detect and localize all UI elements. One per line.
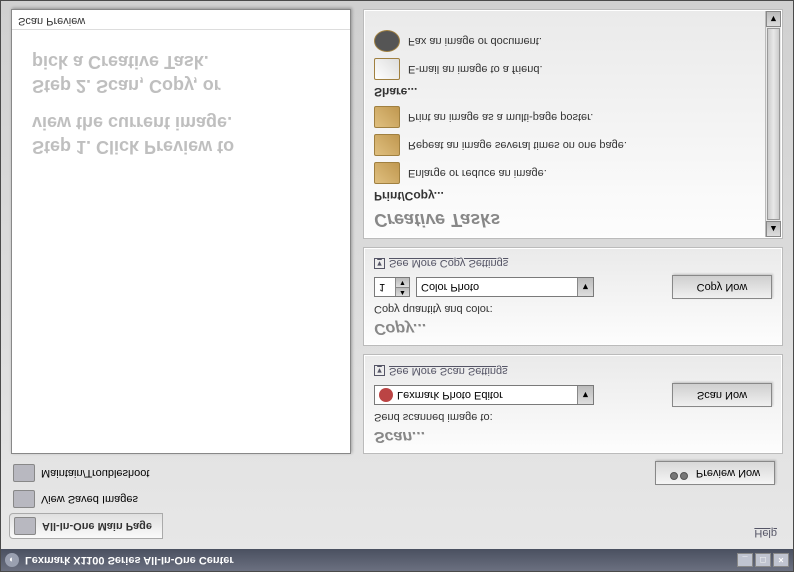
- photo-editor-icon: [379, 388, 393, 402]
- qty-down-button[interactable]: ▼: [395, 279, 409, 288]
- titlebar: ◐ Lexmark X1100 Series All-In-One Center…: [1, 549, 793, 571]
- ct-label: Repeat an image several times on one pag…: [408, 139, 627, 151]
- copy-quantity-stepper[interactable]: 1 ▲ ▼: [374, 278, 410, 298]
- window-title: Lexmark X1100 Series All-In-One Center: [25, 554, 234, 566]
- main-area: Step 1. Click Preview to view the curren…: [1, 1, 793, 454]
- more-scan-settings-link[interactable]: ▾ See More Scan Settings: [374, 365, 508, 377]
- app-icon: ◐: [5, 553, 19, 567]
- right-panels: Scan... Send scanned image to: Lexmark P…: [363, 9, 783, 454]
- more-copy-label: See More Copy Settings: [389, 258, 508, 270]
- fax-icon: [374, 30, 400, 52]
- ct-label: Fax an image or document.: [408, 35, 542, 47]
- enlarge-icon: [374, 162, 400, 184]
- scroll-thumb[interactable]: [767, 28, 780, 220]
- tab-maintain[interactable]: Maintain/Troubleshoot: [9, 461, 163, 485]
- preview-instructions: Step 1. Click Preview to view the curren…: [32, 50, 330, 158]
- creative-tasks-list: Print/Copy... Enlarge or reduce an image…: [374, 18, 782, 207]
- scan-send-label: Send scanned image to:: [374, 411, 772, 423]
- copy-qc-label: Copy quantity and color:: [374, 304, 772, 316]
- scan-now-button[interactable]: Scan Now: [672, 383, 772, 407]
- maximize-button[interactable]: □: [755, 553, 771, 567]
- creative-tasks-header: Creative Tasks: [374, 209, 782, 230]
- main-page-icon: [14, 517, 36, 535]
- binoculars-icon: [670, 466, 690, 480]
- copy-now-button[interactable]: Copy Now: [672, 276, 772, 300]
- ct-label: E-mail an image to a friend.: [408, 63, 543, 75]
- creative-task-item[interactable]: Enlarge or reduce an image.: [374, 159, 782, 187]
- repeat-icon: [374, 134, 400, 156]
- ct-label: Print an image as a multi-page poster.: [408, 111, 593, 123]
- creative-task-item[interactable]: Repeat an image several times on one pag…: [374, 131, 782, 159]
- mail-icon: [374, 58, 400, 80]
- maintain-icon: [13, 464, 35, 482]
- scan-panel: Scan... Send scanned image to: Lexmark P…: [363, 355, 783, 455]
- expand-icon: ▾: [374, 258, 385, 269]
- step2-line2: pick a Creative Task.: [32, 50, 330, 73]
- copy-title: Copy...: [374, 320, 772, 338]
- printcopy-section: Print/Copy...: [374, 189, 782, 203]
- copy-qty-value: 1: [379, 282, 385, 294]
- share-section: Share...: [374, 85, 782, 99]
- chevron-down-icon: ▼: [577, 279, 593, 297]
- scan-title: Scan...: [374, 427, 772, 445]
- scan-selected: Lexmark Photo Editor: [397, 389, 503, 401]
- scroll-down-button[interactable]: ▼: [766, 11, 781, 27]
- saved-images-icon: [13, 490, 35, 508]
- qty-up-button[interactable]: ▲: [395, 287, 409, 297]
- creative-task-item[interactable]: Fax an image or document.: [374, 27, 782, 55]
- preview-now-button[interactable]: Preview Now: [655, 461, 775, 485]
- scan-preview-panel: Step 1. Click Preview to view the curren…: [11, 9, 351, 454]
- minimize-button[interactable]: _: [737, 553, 753, 567]
- step1-line1: Step 1. Click Preview to: [32, 134, 330, 157]
- help-link[interactable]: Help: [754, 527, 777, 539]
- tab-label: Maintain/Troubleshoot: [41, 467, 149, 479]
- left-tab-rail: All-In-One Main Page View Saved Images M…: [9, 461, 163, 539]
- poster-icon: [374, 106, 400, 128]
- scan-destination-dropdown[interactable]: Lexmark Photo Editor ▼: [374, 385, 594, 405]
- creative-scrollbar[interactable]: ▲ ▼: [765, 11, 781, 237]
- preview-panel-title: Scan Preview: [12, 10, 350, 30]
- ct-label: Enlarge or reduce an image.: [408, 167, 547, 179]
- window-controls: _ □ ×: [737, 553, 789, 567]
- scroll-up-button[interactable]: ▲: [766, 221, 781, 237]
- chevron-down-icon: ▼: [577, 386, 593, 404]
- more-scan-label: See More Scan Settings: [389, 365, 508, 377]
- step2-line1: Step 2. Scan, Copy, or: [32, 73, 330, 96]
- copy-color-dropdown[interactable]: Color Photo ▼: [416, 278, 594, 298]
- tab-main-page[interactable]: All-In-One Main Page: [9, 513, 163, 539]
- app-window: ◐ Lexmark X1100 Series All-In-One Center…: [0, 0, 794, 572]
- preview-now-label: Preview Now: [696, 467, 760, 479]
- copy-panel: Copy... Copy quantity and color: 1 ▲ ▼ C…: [363, 247, 783, 347]
- preview-body: Step 1. Click Preview to view the curren…: [12, 30, 350, 453]
- tab-label: View Saved Images: [41, 493, 138, 505]
- tab-label: All-In-One Main Page: [42, 520, 152, 532]
- expand-icon: ▾: [374, 366, 385, 377]
- more-copy-settings-link[interactable]: ▾ See More Copy Settings: [374, 258, 508, 270]
- step1-line2: view the current image.: [32, 111, 330, 134]
- creative-tasks-panel: Creative Tasks Print/Copy... Enlarge or …: [363, 9, 783, 239]
- content-area: All-In-One Main Page View Saved Images M…: [1, 1, 793, 549]
- creative-task-item[interactable]: E-mail an image to a friend.: [374, 55, 782, 83]
- close-button[interactable]: ×: [773, 553, 789, 567]
- copy-selected: Color Photo: [421, 282, 479, 294]
- tab-view-saved[interactable]: View Saved Images: [9, 487, 163, 511]
- creative-task-item[interactable]: Print an image as a multi-page poster.: [374, 103, 782, 131]
